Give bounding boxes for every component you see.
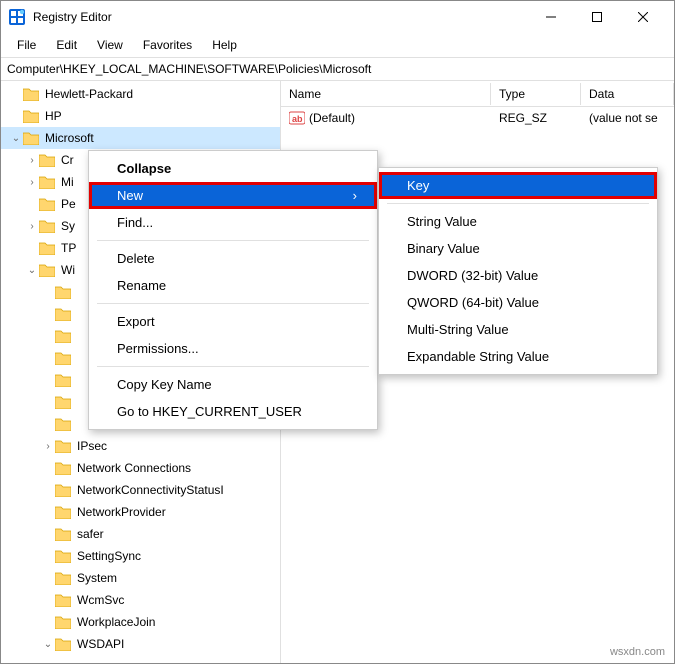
ctx-new-binary[interactable]: Binary Value bbox=[379, 235, 657, 262]
menu-view[interactable]: View bbox=[87, 36, 133, 54]
separator bbox=[387, 203, 649, 204]
ctx-goto[interactable]: Go to HKEY_CURRENT_USER bbox=[89, 398, 377, 425]
ctx-new-qword[interactable]: QWORD (64-bit) Value bbox=[379, 289, 657, 316]
minimize-button[interactable] bbox=[528, 1, 574, 33]
ctx-delete[interactable]: Delete bbox=[89, 245, 377, 272]
folder-icon bbox=[23, 109, 39, 123]
folder-icon bbox=[23, 87, 39, 101]
ctx-new-multistring[interactable]: Multi-String Value bbox=[379, 316, 657, 343]
regedit-icon bbox=[9, 9, 25, 25]
separator bbox=[97, 240, 369, 241]
context-menu: Collapse New › Find... Delete Rename Exp… bbox=[88, 150, 378, 430]
menu-file[interactable]: File bbox=[7, 36, 46, 54]
tree-item[interactable]: ⌄WSDAPI bbox=[1, 633, 280, 655]
titlebar: Registry Editor bbox=[1, 1, 674, 33]
value-type: REG_SZ bbox=[491, 109, 581, 127]
chevron-right-icon[interactable]: › bbox=[25, 155, 39, 166]
ctx-copy-key-name[interactable]: Copy Key Name bbox=[89, 371, 377, 398]
address-bar[interactable]: Computer\HKEY_LOCAL_MACHINE\SOFTWARE\Pol… bbox=[1, 57, 674, 81]
chevron-down-icon[interactable]: ⌄ bbox=[25, 265, 39, 276]
address-text: Computer\HKEY_LOCAL_MACHINE\SOFTWARE\Pol… bbox=[7, 62, 371, 76]
folder-icon bbox=[55, 351, 71, 365]
folder-icon bbox=[55, 285, 71, 299]
folder-icon bbox=[55, 505, 71, 519]
ctx-new[interactable]: New › bbox=[89, 182, 377, 209]
ctx-find[interactable]: Find... bbox=[89, 209, 377, 236]
value-row[interactable]: ab (Default) REG_SZ (value not se bbox=[281, 107, 674, 129]
folder-icon bbox=[55, 615, 71, 629]
tree-item-selected[interactable]: ⌄Microsoft bbox=[1, 127, 280, 149]
tree-item[interactable]: NetworkConnectivityStatusI bbox=[1, 479, 280, 501]
menu-help[interactable]: Help bbox=[202, 36, 247, 54]
folder-icon bbox=[55, 395, 71, 409]
folder-icon bbox=[55, 329, 71, 343]
tree-item[interactable]: WcmSvc bbox=[1, 589, 280, 611]
folder-icon bbox=[39, 219, 55, 233]
separator bbox=[97, 366, 369, 367]
ctx-new-string[interactable]: String Value bbox=[379, 208, 657, 235]
chevron-right-icon: › bbox=[353, 188, 357, 203]
chevron-down-icon[interactable]: ⌄ bbox=[41, 639, 55, 650]
tree-item[interactable]: NetworkProvider bbox=[1, 501, 280, 523]
watermark: wsxdn.com bbox=[610, 646, 665, 658]
folder-icon bbox=[55, 571, 71, 585]
ctx-new-expandstring[interactable]: Expandable String Value bbox=[379, 343, 657, 370]
tree-item[interactable]: System bbox=[1, 567, 280, 589]
folder-icon bbox=[39, 153, 55, 167]
value-name: (Default) bbox=[309, 111, 355, 125]
maximize-button[interactable] bbox=[574, 1, 620, 33]
values-header: Name Type Data bbox=[281, 81, 674, 107]
ctx-rename[interactable]: Rename bbox=[89, 272, 377, 299]
string-value-icon: ab bbox=[289, 110, 305, 126]
folder-icon bbox=[55, 373, 71, 387]
tree-item[interactable]: safer bbox=[1, 523, 280, 545]
chevron-down-icon[interactable]: ⌄ bbox=[9, 133, 23, 144]
window-controls bbox=[528, 1, 666, 33]
context-submenu-new: Key String Value Binary Value DWORD (32-… bbox=[378, 167, 658, 375]
chevron-right-icon[interactable]: › bbox=[25, 177, 39, 188]
value-data: (value not se bbox=[581, 109, 674, 127]
ctx-export[interactable]: Export bbox=[89, 308, 377, 335]
separator bbox=[97, 303, 369, 304]
tree-item[interactable]: SettingSync bbox=[1, 545, 280, 567]
tree-item[interactable]: Network Connections bbox=[1, 457, 280, 479]
folder-icon bbox=[55, 417, 71, 431]
folder-icon bbox=[55, 483, 71, 497]
window-title: Registry Editor bbox=[33, 10, 528, 24]
tree-item[interactable]: WorkplaceJoin bbox=[1, 611, 280, 633]
close-button[interactable] bbox=[620, 1, 666, 33]
folder-icon bbox=[55, 549, 71, 563]
folder-icon bbox=[55, 307, 71, 321]
folder-icon bbox=[39, 197, 55, 211]
folder-icon bbox=[39, 263, 55, 277]
chevron-right-icon[interactable]: › bbox=[41, 441, 55, 452]
folder-icon bbox=[39, 241, 55, 255]
col-type[interactable]: Type bbox=[491, 83, 581, 105]
folder-icon bbox=[55, 461, 71, 475]
folder-icon bbox=[55, 637, 71, 651]
tree-item[interactable]: HP bbox=[1, 105, 280, 127]
col-name[interactable]: Name bbox=[281, 83, 491, 105]
menubar: File Edit View Favorites Help bbox=[1, 33, 674, 57]
menu-edit[interactable]: Edit bbox=[46, 36, 87, 54]
folder-icon bbox=[55, 593, 71, 607]
chevron-right-icon[interactable]: › bbox=[25, 221, 39, 232]
folder-icon bbox=[39, 175, 55, 189]
ctx-collapse[interactable]: Collapse bbox=[89, 155, 377, 182]
tree-item[interactable]: ›IPsec bbox=[1, 435, 280, 457]
folder-icon bbox=[55, 527, 71, 541]
folder-icon bbox=[23, 131, 39, 145]
svg-text:ab: ab bbox=[292, 114, 303, 124]
ctx-new-key[interactable]: Key bbox=[379, 172, 657, 199]
tree-item[interactable]: Hewlett-Packard bbox=[1, 83, 280, 105]
ctx-permissions[interactable]: Permissions... bbox=[89, 335, 377, 362]
ctx-new-dword[interactable]: DWORD (32-bit) Value bbox=[379, 262, 657, 289]
col-data[interactable]: Data bbox=[581, 83, 674, 105]
folder-icon bbox=[55, 439, 71, 453]
menu-favorites[interactable]: Favorites bbox=[133, 36, 202, 54]
